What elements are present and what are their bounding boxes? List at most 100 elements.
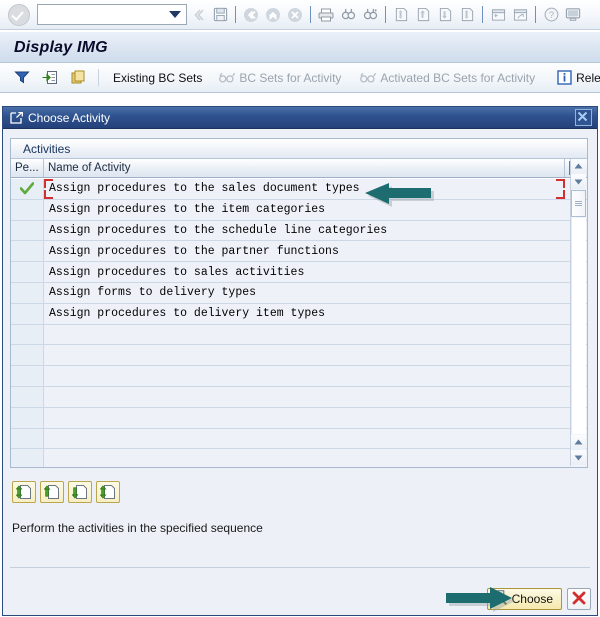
chevron-down-icon[interactable] xyxy=(169,11,181,18)
cell-activity-name[interactable]: Assign procedures to the item categories xyxy=(44,199,565,220)
application-toolbar: Existing BC Sets BC Sets for Activity Ac… xyxy=(0,63,600,93)
cell-activity-name[interactable] xyxy=(44,345,565,366)
back-icon xyxy=(188,4,208,26)
goto-entry-icon xyxy=(41,69,59,87)
screen-root: ? Display IMG Existing BC Sets BC Sets f… xyxy=(0,0,600,617)
cell-activity-name[interactable] xyxy=(44,366,565,386)
first-page-button[interactable] xyxy=(12,481,36,503)
table-row-empty[interactable] xyxy=(11,345,587,367)
dialog-footer: Choose xyxy=(3,585,597,613)
close-icon[interactable] xyxy=(575,109,592,126)
dialog-title: Choose Activity xyxy=(28,110,111,125)
cancel-x-icon xyxy=(285,4,305,26)
tab-activities[interactable]: Activities xyxy=(23,142,70,156)
activities-tab-bar: Activities xyxy=(11,139,587,159)
table-row[interactable]: Assign procedures to sales activities xyxy=(11,262,587,283)
cell-performed[interactable] xyxy=(11,324,44,345)
scroll-track[interactable] xyxy=(571,218,586,434)
table-row[interactable]: Assign procedures to the partner functio… xyxy=(11,241,587,263)
cell-performed[interactable] xyxy=(11,449,44,467)
table-row-empty[interactable] xyxy=(11,324,587,346)
cell-activity-name[interactable]: Assign procedures to delivery item types xyxy=(44,303,565,324)
cell-activity-name[interactable] xyxy=(44,449,565,467)
last-page-button[interactable] xyxy=(96,481,120,503)
create-shortcut-icon xyxy=(510,4,530,26)
cell-performed[interactable] xyxy=(11,407,44,428)
cell-performed[interactable] xyxy=(11,386,44,407)
ok-check-icon[interactable] xyxy=(8,3,30,26)
cell-activity-name[interactable] xyxy=(44,407,565,428)
cell-activity-name[interactable]: Assign procedures to the partner functio… xyxy=(44,241,565,262)
table-row-empty[interactable] xyxy=(11,428,587,450)
cell-performed[interactable] xyxy=(11,179,44,199)
filter-icon xyxy=(13,69,31,87)
cell-performed[interactable] xyxy=(11,199,44,220)
table-header-row: Pe... Name of Activity xyxy=(11,159,587,178)
column-header-name-of-activity[interactable]: Name of Activity xyxy=(44,159,565,177)
command-input[interactable] xyxy=(41,6,165,23)
table-row[interactable]: Assign procedures to the item categories xyxy=(11,199,587,221)
command-field[interactable] xyxy=(37,4,187,25)
previous-page-icon xyxy=(413,4,433,26)
screen-title-band: Display IMG xyxy=(0,31,600,63)
choose-activity-dialog: Choose Activity Activities Pe... Name of… xyxy=(2,106,598,616)
cell-performed[interactable] xyxy=(11,241,44,262)
table-row-empty[interactable] xyxy=(11,407,587,429)
choose-button-label: Choose xyxy=(511,592,553,606)
cell-performed[interactable] xyxy=(11,345,44,366)
release-button[interactable]: Release xyxy=(550,66,600,90)
scroll-page-up-icon[interactable] xyxy=(571,435,586,450)
table-row-empty[interactable] xyxy=(11,366,587,387)
cell-performed[interactable] xyxy=(11,428,44,449)
cell-performed[interactable] xyxy=(11,220,44,241)
bc-sets-for-activity-label: BC Sets for Activity xyxy=(239,70,342,85)
glasses-icon xyxy=(359,69,377,87)
existing-bc-sets-label: Existing BC Sets xyxy=(113,70,203,85)
table-vertical-scrollbar[interactable] xyxy=(570,159,586,466)
cell-activity-name[interactable]: Assign procedures to the schedule line c… xyxy=(44,220,565,241)
cell-performed[interactable] xyxy=(11,282,44,303)
table-row-empty[interactable] xyxy=(11,386,587,408)
next-page-button[interactable] xyxy=(68,481,92,503)
cell-activity-name[interactable] xyxy=(44,386,565,407)
dialog-window-icon xyxy=(9,111,23,125)
customize-local-layout-icon xyxy=(563,4,583,26)
scroll-thumb-grip[interactable] xyxy=(571,190,586,217)
table-row[interactable]: Assign procedures to delivery item types xyxy=(11,303,587,325)
choose-button[interactable]: Choose xyxy=(486,588,562,610)
goto-entry-button[interactable] xyxy=(36,66,64,90)
existing-bc-sets-button[interactable]: Existing BC Sets xyxy=(105,66,207,90)
activated-bc-sets-for-activity-button: Activated BC Sets for Activity xyxy=(354,66,540,90)
scroll-up-icon[interactable] xyxy=(571,159,586,174)
cell-activity-name[interactable]: Assign forms to delivery types xyxy=(44,282,565,303)
cell-activity-name[interactable]: Assign procedures to the sales document … xyxy=(44,179,565,199)
svg-text:?: ? xyxy=(548,10,553,20)
scroll-page-down-icon[interactable] xyxy=(571,450,586,465)
cancel-button[interactable] xyxy=(567,588,591,610)
table-row[interactable]: Assign procedures to the sales document … xyxy=(11,179,587,200)
filter-button[interactable] xyxy=(8,66,36,90)
page-navigation-buttons xyxy=(12,481,120,503)
cell-activity-name[interactable] xyxy=(44,428,565,449)
table-body: Assign procedures to the sales document … xyxy=(11,179,587,467)
scroll-thumb-grip-lines xyxy=(575,200,582,207)
glasses-icon xyxy=(218,69,236,87)
table-row[interactable]: Assign forms to delivery types xyxy=(11,282,587,304)
activities-table: Activities Pe... Name of Activity Assign… xyxy=(10,138,588,468)
dialog-title-bar[interactable]: Choose Activity xyxy=(3,107,597,129)
table-row-empty[interactable] xyxy=(11,449,587,467)
new-session-icon xyxy=(488,4,508,26)
cell-activity-name[interactable] xyxy=(44,324,565,345)
scroll-down-icon[interactable] xyxy=(571,174,586,189)
print-icon xyxy=(316,4,336,26)
cancel-red-x-icon xyxy=(572,591,586,608)
cell-performed[interactable] xyxy=(11,262,44,282)
note-button[interactable] xyxy=(64,66,92,90)
column-header-performed[interactable]: Pe... xyxy=(11,159,44,177)
cell-activity-name[interactable]: Assign procedures to sales activities xyxy=(44,262,565,282)
release-label: Release xyxy=(576,70,600,85)
cell-performed[interactable] xyxy=(11,303,44,324)
table-row[interactable]: Assign procedures to the schedule line c… xyxy=(11,220,587,242)
previous-page-button[interactable] xyxy=(40,481,64,503)
cell-performed[interactable] xyxy=(11,366,44,386)
